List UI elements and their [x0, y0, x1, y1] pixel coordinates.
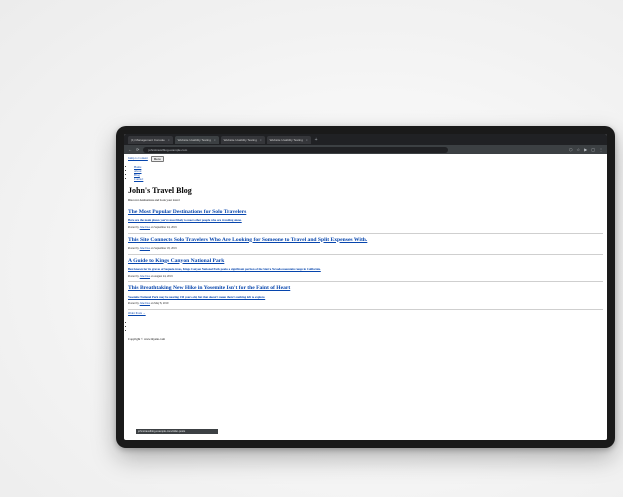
url-text: johnstravelblog.example.com: [148, 147, 188, 152]
new-tab-icon[interactable]: +: [315, 137, 318, 143]
post-meta: Posted by Jane Doe on May 8, 2019: [128, 302, 169, 306]
nav-link-contact[interactable]: Contact: [134, 177, 143, 181]
post-meta: Posted by Jane Doe on August 24, 2019: [128, 274, 173, 278]
close-icon[interactable]: ×: [306, 138, 308, 142]
close-icon[interactable]: ×: [168, 138, 170, 142]
author-link[interactable]: Jane Doe: [140, 275, 150, 278]
tablet-frame: (1) Management Console × Website Usabilit…: [116, 126, 615, 448]
star-icon[interactable]: ☆: [577, 147, 581, 152]
older-posts-link[interactable]: Older Posts →: [128, 311, 146, 315]
post-item: This Breathtaking New Hike in Yosemite I…: [128, 282, 603, 311]
menu-dots-icon[interactable]: ⋮: [599, 147, 603, 152]
nav-item: Contact: [134, 177, 603, 182]
tagline: Discover destinations and book your trav…: [128, 197, 180, 202]
author-link[interactable]: Jane Doe: [140, 302, 150, 305]
footer-item: [134, 330, 603, 334]
author-link[interactable]: Jane Doe: [140, 247, 150, 250]
post-item: The Most Popular Destinations for Solo T…: [128, 206, 603, 234]
browser-tab[interactable]: Website Usability Testing ×: [220, 135, 265, 144]
post-title-link[interactable]: A Guide to Kings Canyon National Park: [128, 258, 224, 264]
browser-toolbar: ← ⟳ johnstravelblog.example.com ⬡ ☆ ▶ ▢ …: [124, 145, 607, 154]
copyright-text: Copyright © www.mysite.com: [128, 336, 165, 341]
post-heading: A Guide to Kings Canyon National Park: [128, 258, 603, 265]
page-title: John's Travel Blog: [128, 185, 192, 195]
older-posts: Older Posts →: [128, 311, 603, 316]
post-item: This Site Connects Solo Travelers Who Ar…: [128, 234, 603, 255]
play-icon[interactable]: ▶: [584, 147, 587, 152]
address-bar[interactable]: johnstravelblog.example.com: [143, 146, 449, 153]
post-excerpt[interactable]: Best known for its groves of Sequoia tre…: [128, 267, 603, 272]
browser-tab-active[interactable]: Website Usability Testing ×: [174, 135, 219, 144]
menu-button[interactable]: Menu: [150, 156, 164, 162]
post-meta: Posted by Jane Doe on September 24, 2019: [128, 226, 177, 229]
skip-row: Jump to Content Menu: [128, 156, 603, 162]
reload-icon[interactable]: ⟳: [136, 147, 139, 152]
post-title-link[interactable]: This Site Connects Solo Travelers Who Ar…: [128, 237, 367, 243]
post-heading: This Site Connects Solo Travelers Who Ar…: [128, 237, 603, 244]
extension-icon[interactable]: ⬡: [569, 147, 573, 152]
post-heading: This Breathtaking New Hike in Yosemite I…: [128, 285, 603, 292]
browser-tab[interactable]: (1) Management Console ×: [128, 135, 173, 144]
footer-list: [134, 322, 603, 334]
skip-link[interactable]: Jump to Content: [128, 156, 148, 161]
close-icon[interactable]: ×: [214, 138, 216, 142]
close-icon[interactable]: ×: [260, 138, 262, 142]
author-link[interactable]: Jane Doe: [140, 226, 150, 229]
tab-bar: (1) Management Console × Website Usabilit…: [124, 134, 607, 145]
browser-tab[interactable]: Website Usability Testing ×: [266, 135, 311, 144]
main-nav: Home About Blog Contact: [134, 165, 603, 182]
post-title-link[interactable]: This Breathtaking New Hike in Yosemite I…: [128, 285, 290, 291]
browser-window: (1) Management Console × Website Usabilit…: [124, 134, 607, 440]
post-heading: The Most Popular Destinations for Solo T…: [128, 209, 603, 216]
back-icon[interactable]: ←: [128, 147, 132, 152]
post-meta: Posted by Jane Doe on September 18, 2019: [128, 246, 177, 250]
status-bar: johnstravelblog.example.com/older-posts: [136, 429, 218, 434]
blog-page: Jump to Content Menu Home About Blog Con…: [124, 154, 607, 344]
post-item: A Guide to Kings Canyon National Park Be…: [128, 255, 603, 283]
post-title-link[interactable]: The Most Popular Destinations for Solo T…: [128, 209, 246, 215]
post-excerpt[interactable]: Yosemite National Park may be nearing 13…: [128, 295, 603, 300]
post-excerpt[interactable]: Here are the main places you’re most lik…: [128, 218, 603, 223]
square-icon[interactable]: ▢: [591, 147, 595, 152]
